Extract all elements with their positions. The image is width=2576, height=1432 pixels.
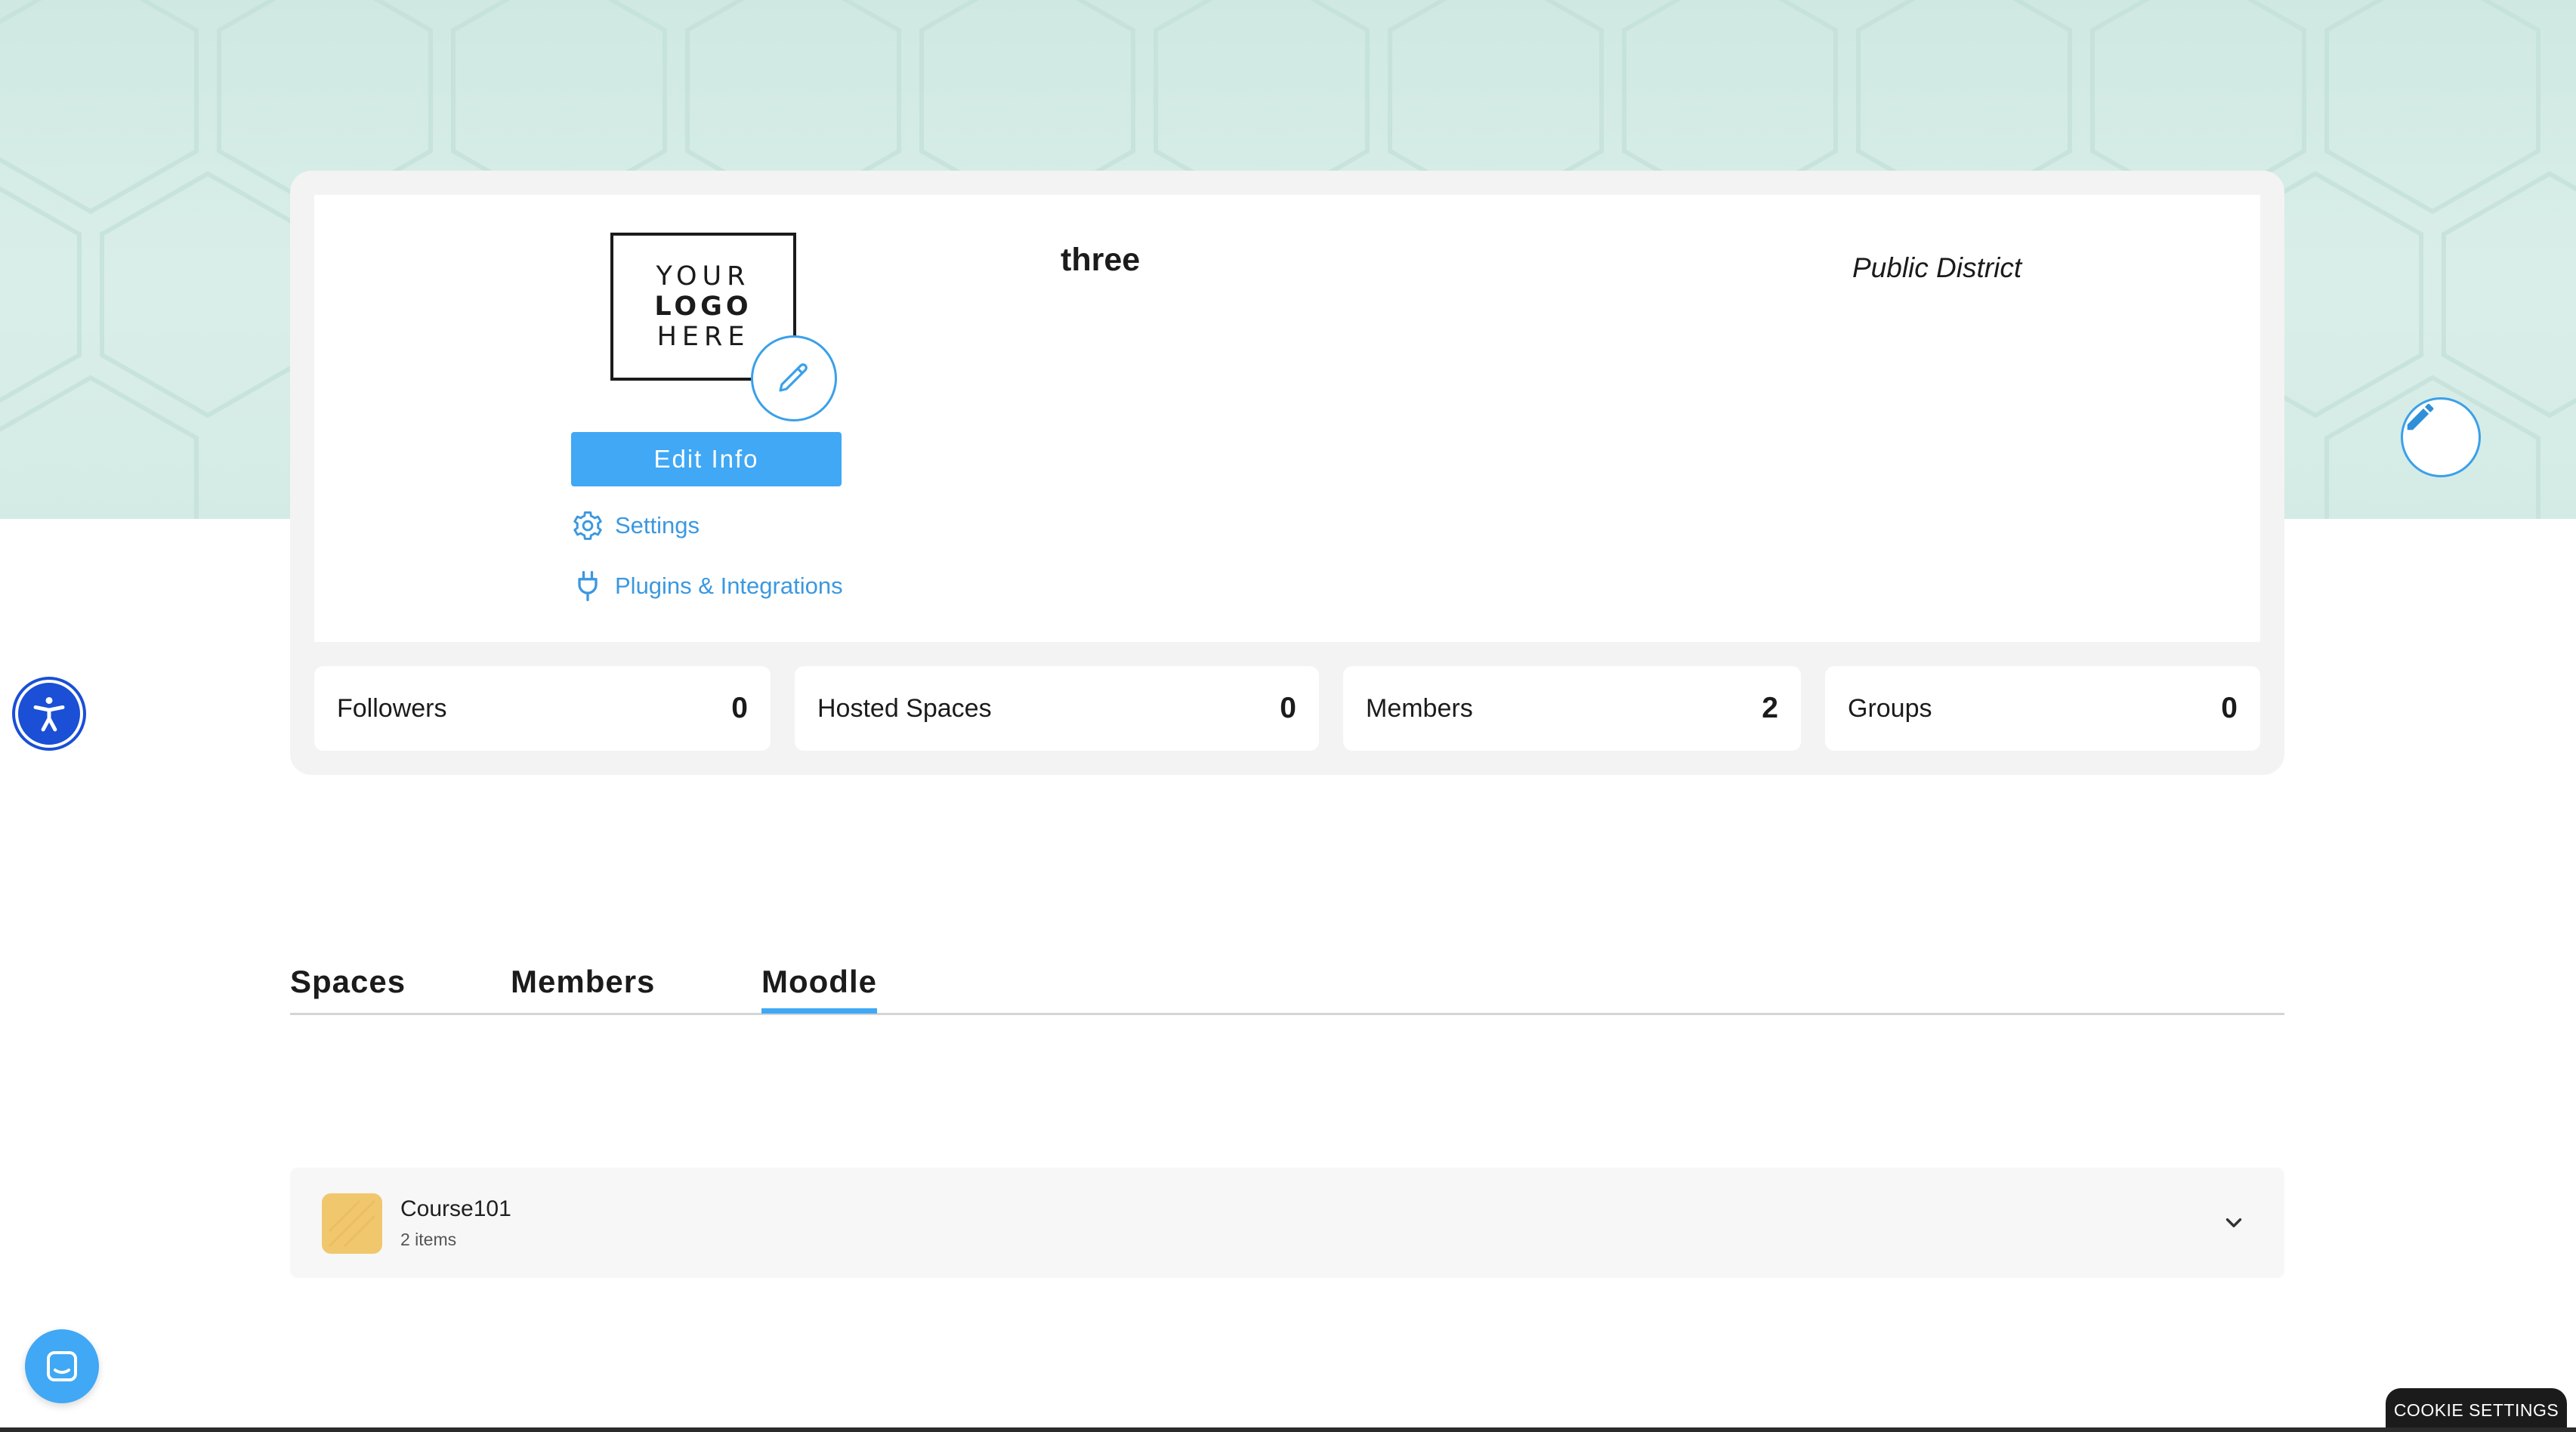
plugins-integrations-link[interactable]: Plugins & Integrations [571,569,843,603]
chevron-down-icon[interactable] [2221,1210,2247,1236]
plugins-label: Plugins & Integrations [615,572,843,599]
pencil-outline-icon [779,363,808,392]
stat-label: Members [1366,693,1473,723]
stat-label: Groups [1848,693,1932,723]
chat-icon [47,1351,77,1381]
tab-members[interactable]: Members [511,964,655,1000]
edit-banner-button[interactable] [2401,397,2481,477]
settings-label: Settings [615,512,700,539]
stat-label: Hosted Spaces [817,693,992,723]
content-tabs: Spaces Members Moodle [290,961,2284,1015]
accessibility-icon [33,696,65,732]
cookie-settings-button[interactable]: COOKIE SETTINGS [2386,1388,2567,1432]
stat-value: 0 [1280,692,1296,724]
stat-label: Followers [337,693,447,723]
course-item-count: 2 items [400,1230,457,1249]
edit-logo-button[interactable] [751,335,837,421]
course-thumbnail [322,1193,382,1254]
settings-link[interactable]: Settings [571,509,700,542]
course-title: Course101 [400,1196,511,1221]
stat-value: 2 [1762,692,1778,724]
gear-icon [573,511,602,540]
chat-launcher-button[interactable] [25,1329,99,1403]
course-thumbnail-pattern [328,1199,376,1248]
stat-groups[interactable]: Groups 0 [1825,666,2260,751]
course-accordion[interactable]: Course101 2 items [290,1168,2284,1278]
profile-info-panel: YOUR LOGO HERE Edit Info Settings Plugin… [314,195,2260,642]
stat-value: 0 [2221,692,2238,724]
logo-line-3: HERE [656,322,750,353]
profile-card: YOUR LOGO HERE Edit Info Settings Plugin… [290,171,2284,775]
stat-hosted-spaces[interactable]: Hosted Spaces 0 [795,666,1319,751]
bottom-divider [0,1427,2576,1432]
tab-spaces[interactable]: Spaces [290,964,406,1000]
organization-name: three [1061,242,1141,278]
accessibility-button[interactable] [15,680,83,748]
page: YOUR LOGO HERE Edit Info Settings Plugin… [0,0,2576,1432]
plug-icon [578,571,598,601]
logo-line-2: LOGO [654,291,752,322]
pencil-icon [2407,403,2434,431]
stat-followers[interactable]: Followers 0 [314,666,771,751]
stat-members[interactable]: Members 2 [1343,666,1801,751]
organization-type: Public District [1852,252,2022,283]
stat-value: 0 [731,692,748,724]
edit-info-button[interactable]: Edit Info [571,432,842,486]
logo-line-1: YOUR [656,261,751,292]
tab-moodle[interactable]: Moodle [761,964,877,1014]
